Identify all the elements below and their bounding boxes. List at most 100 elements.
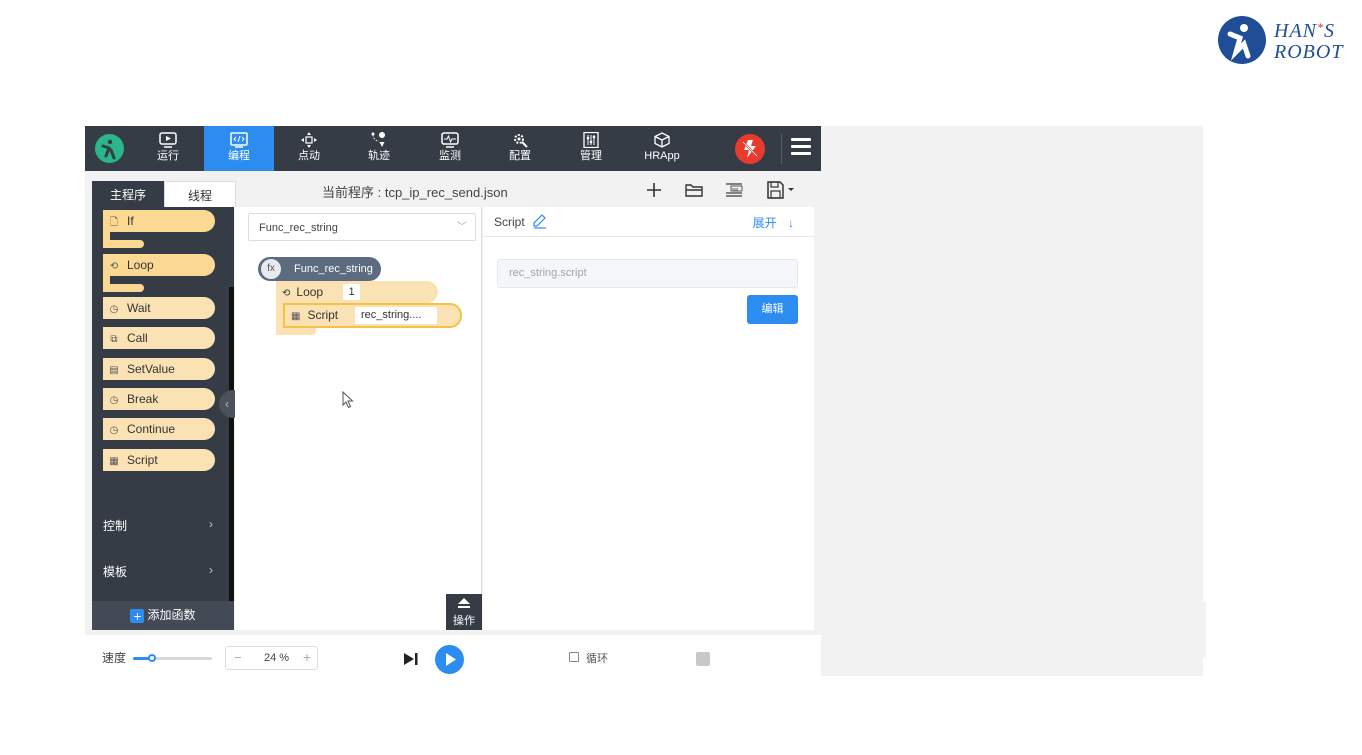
- nav-program[interactable]: 编程: [204, 126, 274, 171]
- play-screen-icon: [133, 126, 203, 150]
- clock-icon: ◷: [109, 425, 119, 436]
- code-icon: [204, 126, 274, 150]
- script-block-selected[interactable]: ▦ Script rec_string....: [283, 303, 462, 328]
- background-panel-edge: [1203, 602, 1206, 658]
- current-program-label: 当前程序 : tcp_ip_rec_send.json: [322, 185, 508, 200]
- edit-pencil-icon[interactable]: [533, 213, 547, 232]
- eject-icon: [446, 597, 482, 612]
- mouse-cursor-icon: [342, 390, 354, 414]
- loop-count-field[interactable]: 1: [343, 284, 360, 300]
- speed-value[interactable]: 24 %: [264, 652, 289, 664]
- speed-slider-thumb[interactable]: [147, 654, 156, 662]
- palette-block-script[interactable]: ▦ Script: [103, 449, 215, 471]
- script-value-field[interactable]: rec_string....: [355, 307, 437, 324]
- category-control[interactable]: 控制 ›: [103, 517, 213, 534]
- app-logo-icon[interactable]: [95, 134, 124, 163]
- nav-divider: [781, 134, 782, 164]
- decrease-speed-button[interactable]: −: [234, 650, 242, 665]
- function-fx-icon: fx: [261, 259, 281, 279]
- loop-block[interactable]: ⟲ Loop 1: [276, 281, 438, 303]
- add-function-button[interactable]: + 添加函数: [92, 601, 234, 630]
- nav-jog[interactable]: 点动: [274, 126, 344, 171]
- nav-config[interactable]: 配置: [485, 126, 555, 171]
- step-forward-button[interactable]: [403, 652, 419, 671]
- function-select[interactable]: Func_rec_string ﹀: [248, 213, 476, 241]
- background-panel: [821, 126, 1203, 676]
- palette-block-wait[interactable]: ◷ Wait: [103, 297, 215, 319]
- play-button[interactable]: [435, 645, 464, 674]
- svg-text:var: var: [732, 186, 739, 191]
- chevron-left-icon: ‹: [225, 397, 229, 411]
- emergency-stop-button[interactable]: [735, 134, 765, 164]
- category-template[interactable]: 模板 ›: [103, 563, 213, 580]
- block-palette: 🗋 If ⟲ Loop ◷ Wait ⧉ Call ▤ SetValue ◷ Break ◷…: [92, 207, 234, 630]
- open-folder-icon[interactable]: [683, 179, 705, 201]
- nav-manage[interactable]: 管理: [556, 126, 626, 171]
- chevron-right-icon: ›: [209, 517, 213, 531]
- properties-panel: Script 展开 ↓ rec_string.script 编辑: [483, 207, 821, 630]
- brand-name-line2: ROBOT: [1274, 41, 1344, 63]
- properties-header: Script 展开 ↓: [483, 207, 814, 237]
- chevron-down-icon: ﹀: [457, 222, 467, 233]
- loop-block-tail: [103, 284, 144, 292]
- tab-thread[interactable]: 线程: [164, 181, 236, 209]
- palette-block-if[interactable]: 🗋 If: [103, 210, 215, 232]
- palette-block-continue[interactable]: ◷ Continue: [103, 418, 215, 440]
- robot-programming-app: 运行 编程 点动 轨迹 监测 配置 管理 HRApp 主程序 线程 当前程序:…: [85, 126, 821, 676]
- path-pin-icon: [344, 126, 414, 150]
- variables-icon[interactable]: var: [723, 179, 745, 201]
- chevron-right-icon: ›: [209, 563, 213, 577]
- move-arrows-icon: [274, 126, 344, 150]
- loop-icon: ⟲: [282, 288, 291, 299]
- top-navigation: 运行 编程 点动 轨迹 监测 配置 管理 HRApp: [85, 126, 821, 171]
- palette-block-call[interactable]: ⧉ Call: [103, 327, 215, 349]
- expand-button[interactable]: 展开 ↓: [753, 214, 794, 231]
- palette-scrollbar[interactable]: [229, 287, 234, 627]
- tab-main-program[interactable]: 主程序: [92, 181, 164, 209]
- function-block[interactable]: fx Func_rec_string: [258, 257, 381, 281]
- file-icon: 🗋: [109, 217, 119, 228]
- script-path-input[interactable]: rec_string.script: [497, 259, 798, 288]
- monitor-icon: [415, 126, 485, 150]
- edit-script-button[interactable]: 编辑: [747, 295, 798, 324]
- script-icon: ▦: [109, 456, 119, 467]
- hamburger-menu-icon[interactable]: [791, 138, 811, 158]
- program-toolbar: 主程序 线程 当前程序 : tcp_ip_rec_send.json var: [85, 171, 821, 209]
- nav-run[interactable]: 运行: [133, 126, 203, 171]
- brand-name-line1: HAN*S: [1274, 20, 1335, 42]
- clock-icon: ◷: [109, 395, 119, 406]
- speed-label: 速度: [102, 651, 127, 665]
- speed-slider[interactable]: [133, 654, 212, 662]
- palette-block-loop[interactable]: ⟲ Loop: [103, 254, 215, 276]
- properties-title: Script: [494, 215, 525, 229]
- gear-wrench-icon: [485, 126, 555, 150]
- nav-hrapp[interactable]: HRApp: [627, 126, 697, 171]
- stop-button[interactable]: [696, 652, 710, 666]
- step-forward-icon: [404, 653, 418, 665]
- power-off-icon: [742, 140, 758, 158]
- operate-button[interactable]: 操作: [446, 594, 482, 630]
- brand-emblem-icon: [1218, 16, 1266, 64]
- properties-scrollbar: [814, 207, 821, 630]
- nav-trajectory[interactable]: 轨迹: [344, 126, 414, 171]
- clock-icon: ◷: [109, 304, 119, 315]
- loop-checkbox[interactable]: [569, 652, 579, 662]
- increase-speed-button[interactable]: +: [303, 649, 311, 665]
- save-dropdown-icon[interactable]: [765, 179, 799, 201]
- loop-icon: ⟲: [109, 261, 119, 272]
- palette-block-setvalue[interactable]: ▤ SetValue: [103, 358, 215, 380]
- loop-checkbox-label: 循环: [586, 653, 608, 665]
- plus-icon: +: [130, 609, 145, 623]
- palette-block-break[interactable]: ◷ Break: [103, 388, 215, 410]
- run-control-bar: 速度 − 24 % + 循环: [85, 635, 821, 676]
- script-icon: ▦: [291, 311, 301, 322]
- program-canvas[interactable]: Func_rec_string ﹀ fx Func_rec_string ⟲ Lo…: [235, 207, 482, 630]
- nav-monitor[interactable]: 监测: [415, 126, 485, 171]
- variable-icon: ▤: [109, 365, 119, 376]
- if-block-tail: [103, 240, 144, 248]
- arrow-down-icon: ↓: [788, 216, 794, 230]
- link-icon: ⧉: [110, 334, 118, 345]
- cube-icon: [627, 126, 697, 150]
- new-program-icon[interactable]: [643, 179, 665, 201]
- panel-icon: [556, 126, 626, 150]
